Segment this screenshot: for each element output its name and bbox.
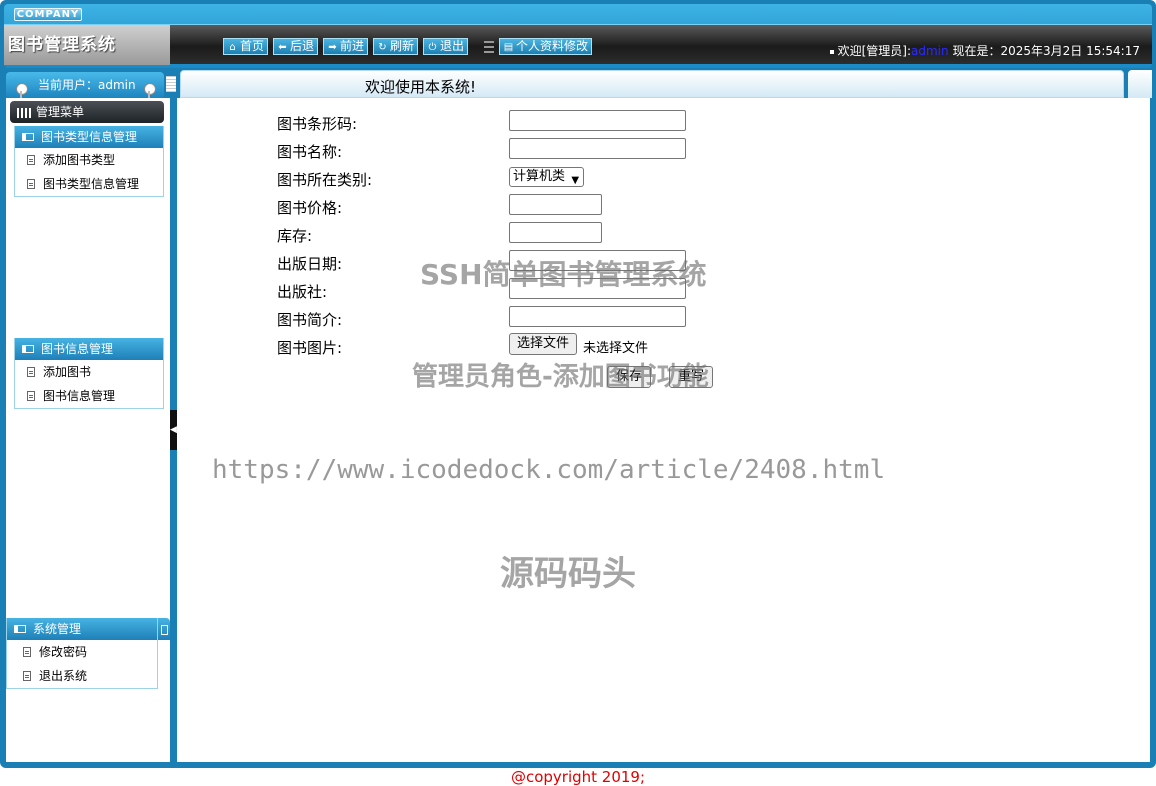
group-head-book-type[interactable]: 图书类型信息管理 — [15, 126, 163, 148]
watermark-url: https://www.icodedock.com/article/2408.h… — [212, 455, 886, 485]
power-icon: ⏻ — [428, 42, 437, 53]
company-logo: COMPANY — [14, 8, 82, 21]
watermark-brand: 源码码头 — [500, 554, 636, 594]
sidebar-item-add-book[interactable]: 添加图书 — [15, 360, 163, 384]
name-label: 图书名称: — [277, 143, 343, 161]
row-category: 图书所在类别: 计算机类 ▼ — [277, 164, 797, 192]
barcode-label: 图书条形码: — [277, 115, 358, 133]
document-icon — [23, 671, 31, 681]
system-title: 图书管理系统 — [4, 25, 170, 65]
pin-icon — [144, 83, 156, 101]
book-icon — [22, 133, 34, 141]
back-icon: ⬅ — [278, 42, 287, 53]
price-label: 图书价格: — [277, 199, 343, 217]
watermark-subtitle: 管理员角色-添加图书功能 — [412, 362, 709, 392]
right-panel-stub — [1128, 70, 1152, 98]
intro-label: 图书简介: — [277, 311, 343, 329]
document-icon — [27, 367, 35, 377]
chevron-down-icon: ▼ — [571, 175, 580, 186]
sidebar-item-change-password[interactable]: 修改密码 — [7, 640, 157, 664]
welcome-status: 欢迎[管理员]:admin 现在是：2025年3月2日 15:54:17 — [829, 42, 1140, 59]
home-button[interactable]: ⌂ 首页 — [223, 38, 269, 55]
row-name: 图书名称: — [277, 136, 797, 164]
profile-icon: ▤ — [503, 42, 514, 53]
current-user-label: 当前用户：admin — [38, 78, 136, 92]
datetime: 2025年3月2日 15:54:17 — [1000, 44, 1140, 58]
group-head-book-info[interactable]: 图书信息管理 — [15, 338, 163, 360]
nav-bar: 图书管理系统 ⌂ 首页 ⬅ 后退 ➡ 前进 ↻ 刷新 ⏻ 退出 ▤ 个人资料修改 欢迎[管理… — [4, 24, 1152, 65]
home-icon: ⌂ — [229, 42, 236, 53]
row-intro: 图书简介: — [277, 304, 797, 332]
group-book-info: 图书信息管理 添加图书 图书信息管理 — [14, 338, 164, 409]
group-system: 系统管理 修改密码 退出系统 — [6, 618, 158, 689]
forward-icon: ➡ — [328, 42, 337, 53]
main-content: 图书条形码: 图书名称: 图书所在类别: 计算机类 ▼ 图书价格: 库存: 出版日… — [177, 98, 1150, 762]
menu-title: 管理菜单 — [10, 101, 164, 123]
book-icon — [14, 625, 26, 633]
choose-file-button[interactable]: 选择文件 — [509, 333, 578, 355]
grip-icon — [484, 41, 494, 53]
row-barcode: 图书条形码: — [277, 108, 797, 136]
sidebar-item-exit-system[interactable]: 退出系统 — [7, 664, 157, 688]
publish-date-label: 出版日期: — [277, 255, 343, 273]
bullet-icon — [829, 49, 834, 54]
publisher-label: 出版社: — [277, 283, 328, 301]
top-banner: COMPANY 图书管理系统 ⌂ 首页 ⬅ 后退 ➡ 前进 ↻ 刷新 ⏻ 退出 ▤ 个人资料… — [4, 4, 1152, 68]
document-icon — [23, 647, 31, 657]
forward-button[interactable]: ➡ 前进 — [323, 38, 369, 55]
book-icon — [22, 345, 34, 353]
group-head-system[interactable]: 系统管理 — [7, 618, 157, 640]
barcode-input[interactable] — [509, 110, 686, 131]
sidebar-collapse-handle[interactable]: ◀ — [170, 410, 177, 450]
intro-input[interactable] — [509, 306, 686, 327]
sidebar: 管理菜单 图书类型信息管理 添加图书类型 图书类型信息管理 图书信息管理 添加图… — [6, 98, 170, 762]
grid-icon — [17, 108, 31, 118]
current-user-box: 当前用户：admin — [6, 72, 164, 101]
welcome-message: 欢迎使用本系统! — [365, 78, 477, 96]
refresh-button[interactable]: ↻ 刷新 — [373, 38, 419, 55]
grip-icon — [166, 76, 176, 92]
row-stock: 库存: — [277, 220, 797, 248]
footer-copyright: @copyright 2019; — [510, 768, 646, 786]
category-label: 图书所在类别: — [277, 171, 373, 189]
back-button[interactable]: ⬅ 后退 — [273, 38, 319, 55]
sidebar-item-add-book-type[interactable]: 添加图书类型 — [15, 148, 163, 172]
refresh-icon: ↻ — [378, 42, 387, 53]
document-icon — [27, 391, 35, 401]
username: admin — [911, 44, 949, 58]
welcome-bar: 欢迎使用本系统! — [180, 70, 1124, 98]
document-icon — [27, 155, 35, 165]
panel-toggle-icon[interactable] — [158, 618, 170, 640]
document-icon — [27, 179, 35, 189]
watermark-title: SSH简单图书管理系统 — [420, 258, 707, 291]
stock-input[interactable] — [509, 222, 602, 243]
stock-label: 库存: — [277, 227, 313, 245]
category-select[interactable]: 计算机类 ▼ — [509, 167, 585, 187]
row-price: 图书价格: — [277, 192, 797, 220]
logout-button[interactable]: ⏻ 退出 — [423, 38, 469, 55]
price-input[interactable] — [509, 194, 602, 215]
sidebar-item-book-type-manage[interactable]: 图书类型信息管理 — [15, 172, 163, 196]
group-book-type: 图书类型信息管理 添加图书类型 图书类型信息管理 — [14, 126, 164, 197]
sidebar-item-book-info-manage[interactable]: 图书信息管理 — [15, 384, 163, 408]
profile-edit-button[interactable]: ▤ 个人资料修改 — [499, 38, 593, 55]
book-name-input[interactable] — [509, 138, 686, 159]
file-status: 未选择文件 — [583, 341, 649, 356]
pin-icon — [16, 83, 28, 101]
image-label: 图书图片: — [277, 339, 343, 357]
